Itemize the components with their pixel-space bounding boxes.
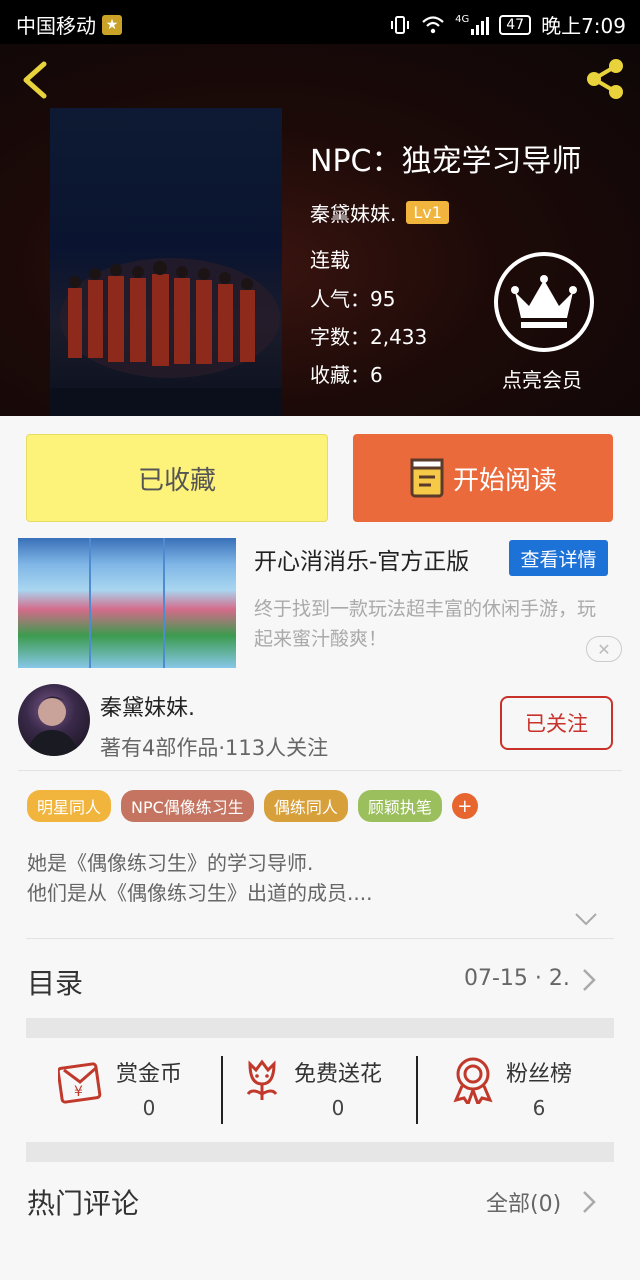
description-line-1: 她是《偶像练习生》的学习导师. — [27, 851, 314, 875]
reward-divider — [416, 1056, 418, 1124]
send-flower-button[interactable]: 免费送花 0 — [242, 1056, 382, 1126]
carrier-group: 中国移动 ★ — [16, 10, 122, 39]
expand-chevron-down-icon[interactable] — [574, 912, 598, 926]
status-bar: 中国移动 ★ 4G 47 晚上7:09 — [0, 0, 640, 44]
clock: 晚上7:09 — [541, 14, 626, 38]
reward-coin-count: 0 — [142, 1096, 156, 1120]
section-separator — [26, 1018, 614, 1038]
divider — [26, 938, 614, 939]
ad-detail-button[interactable]: 查看详情 — [509, 540, 608, 576]
book-icon — [410, 458, 444, 498]
book-cover-image[interactable] — [50, 108, 282, 416]
ad-panel-3 — [164, 538, 236, 668]
tag-item[interactable]: 偶练同人 — [263, 790, 348, 822]
tag-list: 明星同人 NPC偶像练习生 偶练同人 顾颖执笔 + — [27, 790, 478, 822]
avatar-image — [26, 696, 80, 756]
member-crown-button[interactable] — [494, 252, 594, 352]
book-status: 连载 — [310, 248, 350, 272]
status-indicators: 4G 47 晚上7:09 — [389, 10, 626, 39]
flower-icon — [246, 1059, 278, 1100]
tag-item[interactable]: 顾颖执笔 — [357, 790, 442, 822]
book-header: NPC：独宠学习导师 秦黛妹妹. Lv1 连载 人气：95 字数：2,433 收… — [0, 44, 640, 416]
cover-artwork — [50, 258, 282, 416]
book-favorites: 收藏：6 — [310, 363, 383, 387]
signal-icon: 4G — [455, 13, 490, 35]
book-word-count: 字数：2,433 — [310, 325, 428, 349]
catalog-chevron-right-icon[interactable] — [582, 968, 596, 992]
author-meta: 著有4部作品·113人关注 — [100, 736, 329, 760]
ad-image[interactable] — [18, 538, 236, 668]
hot-comments-label: 热门评论 — [27, 1187, 140, 1220]
book-description[interactable]: 她是《偶像练习生》的学习导师. 他们是从《偶像练习生》出道的成员.... — [27, 848, 372, 908]
vibrate-icon — [391, 15, 410, 34]
crown-icon — [511, 275, 577, 328]
carrier-name: 中国移动 — [16, 14, 96, 38]
battery-indicator: 47 — [499, 14, 532, 35]
book-title: NPC：独宠学习导师 — [310, 144, 582, 179]
ad-title[interactable]: 开心消消乐-官方正版 — [254, 542, 469, 576]
all-comments-link[interactable]: 全部(0) — [486, 1186, 561, 1218]
ad-panel-1 — [18, 538, 90, 668]
author-avatar[interactable] — [18, 684, 90, 756]
section-separator — [26, 1142, 614, 1162]
reward-coin-label: 赏金币 — [116, 1062, 183, 1087]
medal-icon — [453, 1057, 493, 1104]
book-author-name[interactable]: 秦黛妹妹. — [310, 198, 396, 227]
tag-item[interactable]: 明星同人 — [27, 790, 112, 822]
start-reading-button[interactable]: 开始阅读 — [353, 434, 613, 522]
collected-label: 已收藏 — [137, 465, 216, 496]
wifi-icon — [422, 15, 444, 33]
author-name[interactable]: 秦黛妹妹. — [100, 690, 195, 722]
send-flower-label: 免费送花 — [294, 1062, 383, 1087]
back-icon[interactable] — [16, 58, 56, 102]
fan-ranking-label: 粉丝榜 — [506, 1062, 573, 1087]
book-author-row: 秦黛妹妹. Lv1 — [310, 198, 449, 227]
tag-item[interactable]: NPC偶像练习生 — [121, 790, 254, 822]
catalog-label[interactable]: 目录 — [27, 962, 83, 1002]
share-icon[interactable] — [580, 54, 630, 104]
comments-chevron-right-icon[interactable] — [582, 1190, 596, 1214]
follow-button[interactable]: 已关注 — [500, 696, 613, 750]
reward-divider — [221, 1056, 223, 1124]
start-reading-label: 开始阅读 — [452, 465, 557, 496]
reward-coin-button[interactable]: ¥ 赏金币 0 — [58, 1056, 182, 1126]
collected-button[interactable]: 已收藏 — [26, 434, 328, 522]
red-envelope-icon: ¥ — [58, 1062, 102, 1104]
network-type: 4G — [455, 13, 470, 25]
ad-description[interactable]: 终于找到一款玩法超丰富的休闲手游，玩起来蜜汁酸爽！ — [254, 594, 614, 654]
catalog-latest[interactable]: 07-15 · 2. — [464, 966, 570, 991]
author-level-badge: Lv1 — [406, 201, 449, 224]
description-line-2: 他们是从《偶像练习生》出道的成员.... — [27, 881, 373, 905]
add-tag-icon[interactable]: + — [451, 793, 478, 819]
fan-ranking-count: 6 — [532, 1096, 546, 1120]
ad-panel-2 — [91, 538, 163, 668]
divider — [18, 770, 622, 771]
svg-text:¥: ¥ — [74, 1084, 83, 1100]
ad-close-icon[interactable]: ✕ — [586, 636, 622, 662]
book-popularity: 人气：95 — [310, 287, 396, 311]
carrier-star-icon: ★ — [102, 14, 122, 35]
send-flower-count: 0 — [331, 1096, 345, 1120]
member-label[interactable]: 点亮会员 — [502, 364, 582, 393]
fan-ranking-button[interactable]: 粉丝榜 6 — [452, 1056, 572, 1126]
